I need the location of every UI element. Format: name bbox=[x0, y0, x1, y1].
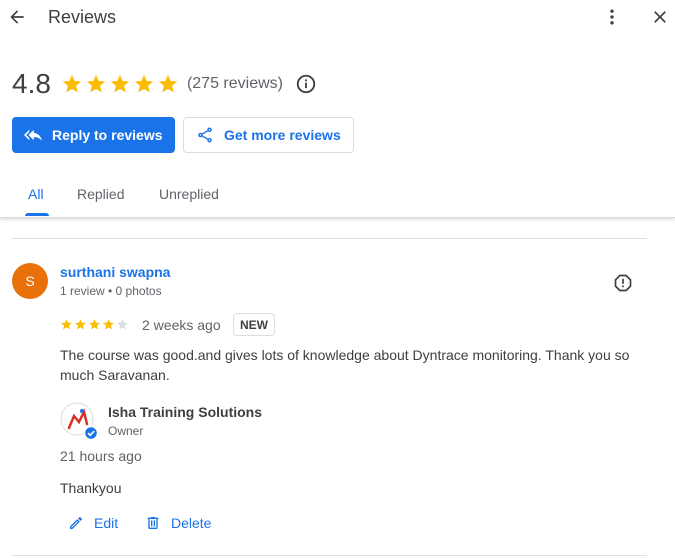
review-rating-stars bbox=[60, 318, 129, 331]
edit-label: Edit bbox=[94, 515, 119, 531]
owner-name: Isha Training Solutions bbox=[108, 404, 263, 420]
rating-stars bbox=[61, 73, 179, 95]
tab-unreplied[interactable]: Unreplied bbox=[159, 186, 219, 202]
review-text: The course was good.and gives lots of kn… bbox=[60, 347, 630, 383]
reply-to-reviews-button[interactable]: Reply to reviews bbox=[12, 117, 175, 153]
average-rating: 4.8 bbox=[12, 68, 51, 99]
tab-all[interactable]: All bbox=[28, 186, 44, 202]
reply-all-icon bbox=[24, 129, 42, 141]
more-options-button[interactable] bbox=[601, 6, 623, 28]
reviewer-avatar[interactable]: S bbox=[12, 263, 48, 299]
divider bbox=[12, 555, 647, 556]
star-filled-icon bbox=[89, 319, 100, 330]
reply-to-reviews-label: Reply to reviews bbox=[52, 127, 163, 143]
review-count: (275 reviews) bbox=[186, 75, 283, 92]
star-filled-icon bbox=[158, 74, 178, 93]
star-filled-icon bbox=[86, 74, 106, 93]
delete-label: Delete bbox=[171, 515, 212, 531]
edit-reply-button[interactable]: Edit bbox=[68, 515, 118, 531]
get-more-reviews-button[interactable]: Get more reviews bbox=[183, 117, 354, 153]
filter-tabs: All Replied Unreplied bbox=[0, 172, 675, 218]
star-filled-icon bbox=[110, 74, 130, 93]
divider bbox=[12, 238, 647, 239]
star-filled-icon bbox=[134, 74, 154, 93]
pencil-icon bbox=[70, 516, 83, 529]
star-filled-icon bbox=[61, 319, 72, 330]
active-tab-indicator bbox=[25, 213, 49, 216]
arrow-back-icon bbox=[10, 10, 24, 24]
report-icon bbox=[614, 274, 632, 292]
back-button[interactable] bbox=[6, 6, 28, 28]
owner-role: Owner bbox=[108, 424, 144, 438]
reviewer-meta: 1 review • 0 photos bbox=[60, 284, 162, 298]
close-icon bbox=[654, 11, 666, 23]
report-review-button[interactable] bbox=[611, 271, 635, 295]
tab-replied[interactable]: Replied bbox=[77, 186, 124, 202]
rating-summary: 4.8 (275 reviews) bbox=[12, 66, 317, 102]
star-filled-icon bbox=[103, 319, 114, 330]
delete-reply-button[interactable]: Delete bbox=[145, 515, 211, 531]
trash-icon bbox=[147, 517, 159, 529]
close-button[interactable] bbox=[649, 6, 671, 28]
info-icon bbox=[296, 74, 316, 94]
more-vert-icon bbox=[610, 9, 614, 25]
reviewer-name[interactable]: surthani swapna bbox=[60, 264, 170, 280]
review-time: 2 weeks ago bbox=[142, 317, 221, 333]
page-title: Reviews bbox=[48, 7, 117, 27]
star-filled-icon bbox=[62, 74, 82, 93]
header-bar: Reviews bbox=[0, 0, 675, 36]
get-more-reviews-label: Get more reviews bbox=[224, 127, 341, 143]
owner-logo-avatar bbox=[60, 402, 98, 440]
star-empty-icon bbox=[117, 319, 128, 330]
share-icon bbox=[198, 127, 212, 143]
reply-text: Thankyou bbox=[60, 480, 122, 496]
info-button[interactable] bbox=[295, 73, 317, 95]
new-badge: NEW bbox=[233, 313, 275, 336]
reply-time: 21 hours ago bbox=[60, 448, 142, 464]
star-filled-icon bbox=[75, 319, 86, 330]
